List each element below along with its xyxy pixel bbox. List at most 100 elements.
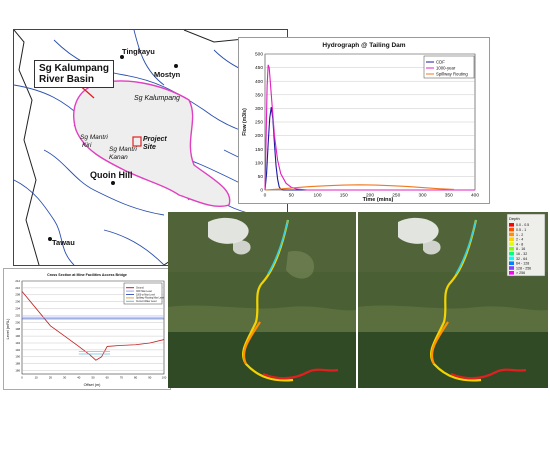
legend-label: 1000-year (436, 65, 456, 70)
x-tick-label: 40 (77, 375, 81, 379)
y-tick-label: 300 (255, 106, 263, 112)
y-tick-label: 400 (255, 79, 263, 85)
flood-depth-legend: Depth 0.0 - 0.50.5 - 11 - 22 - 44 - 88 -… (506, 213, 546, 277)
legend-swatch (509, 271, 514, 275)
legend-label: 128 - 256 (516, 266, 531, 270)
legend-swatch (509, 232, 514, 237)
legend-label: 16 - 32 (516, 252, 527, 256)
x-tick-label: 90 (148, 375, 152, 379)
y-tick-label: 188 (15, 362, 20, 366)
x-tick-label: 200 (366, 192, 374, 198)
legend-label: Current Water Level (136, 300, 157, 303)
legend-label: CDF Max Level (136, 291, 152, 293)
mantri-kiri-line2: Kiri (82, 142, 92, 149)
legend-label: 2 - 4 (516, 238, 523, 242)
legend-label: CDF (436, 59, 445, 64)
hydro-ylabel: Flow (m3/s) (242, 108, 248, 136)
x-tick-label: 60 (106, 375, 110, 379)
y-tick-label: 210 (15, 286, 20, 290)
satellite-flood-map-right: Depth 0.0 - 0.5 0.5 - 11 - 22 - 44 - 88 -… (358, 212, 548, 388)
y-tick-label: 198 (15, 327, 20, 331)
legend-swatch (509, 256, 514, 261)
x-tick-label: 400 (471, 192, 479, 198)
satellite-flood-map-left (168, 212, 356, 388)
y-tick-label: 450 (255, 65, 263, 71)
flood-legend-title: Depth (509, 216, 520, 221)
river-label-mantri-kiri: Sg Mantri Kiri (80, 134, 108, 150)
mantri-kanan-line1: Sg Mantri (109, 146, 137, 153)
cross-section-chart: Cross Section at Mine Facilities Access … (6, 273, 167, 387)
y-tick-label: 192 (15, 348, 20, 352)
y-tick-label: 206 (15, 300, 20, 304)
legend-label: 1000-yr Max Level (136, 293, 155, 296)
y-tick-label: 500 (255, 52, 263, 58)
x-tick-label: 150 (340, 192, 348, 198)
town-label-tingkayu: Tingkayu (122, 47, 155, 56)
hydrograph-chart-panel: Hydrograph @ Tailing Dam Time (mins) Flo… (238, 37, 490, 204)
y-tick-label: 186 (15, 368, 20, 372)
y-tick-label: 202 (15, 313, 20, 317)
legend-swatch (509, 242, 514, 246)
x-tick-label: 250 (392, 192, 400, 198)
x-tick-label: 80 (134, 375, 138, 379)
y-tick-label: 100 (255, 160, 263, 166)
y-tick-label: 204 (15, 306, 20, 310)
y-tick-label: 50 (258, 174, 264, 180)
project-site-line2: Site (143, 144, 156, 151)
mostyn-dot (174, 64, 178, 68)
satellite-image-right: Depth 0.0 - 0.50.5 - 11 - 22 - 44 - 88 -… (358, 212, 548, 388)
x-tick-label: 10 (35, 375, 39, 379)
y-tick-label: 200 (15, 320, 20, 324)
x-tick-label: 100 (162, 375, 167, 379)
x-tick-label: 350 (445, 192, 453, 198)
y-tick-label: 196 (15, 334, 20, 338)
town-label-quoin-hill: Quoin Hill (90, 170, 133, 180)
y-tick-label: 200 (255, 133, 263, 139)
x-tick-label: 50 (91, 375, 95, 379)
x-tick-label: 0 (21, 375, 23, 379)
hydro-title: Hydrograph @ Tailing Dam (322, 42, 405, 49)
river-label-mantri-kanan: Sg Mantri Kanan (109, 146, 137, 162)
x-tick-label: 300 (418, 192, 426, 198)
xs-ylabel: Level (mRL) (6, 318, 10, 339)
cross-section-chart-panel: Cross Section at Mine Facilities Access … (3, 268, 171, 390)
legend-label: 0.5 - 1 (516, 228, 526, 232)
legend-label: Ground (136, 286, 144, 289)
legend-swatch (509, 261, 514, 265)
xs-xlabel: Offset (m) (84, 383, 102, 387)
basin-title-label: Sg Kalumpang River Basin (34, 60, 115, 88)
legend-swatch (509, 237, 514, 241)
x-tick-label: 50 (289, 192, 295, 198)
y-tick-label: 250 (255, 120, 263, 126)
x-tick-label: 0 (264, 192, 267, 198)
legend-label: 32 - 64 (516, 257, 527, 261)
legend-label: 1 - 2 (516, 233, 523, 237)
x-tick-label: 70 (120, 375, 124, 379)
x-tick-label: 30 (63, 375, 67, 379)
y-tick-label: 208 (15, 293, 20, 297)
legend-swatch (509, 251, 514, 256)
legend-label: 64 - 128 (516, 262, 529, 266)
legend-label: 4 - 8 (516, 242, 523, 246)
river-label-kalumpang: Sg Kalumpang (134, 95, 180, 102)
legend-label: Spillway Routing Max Level (136, 297, 165, 300)
quoin-hill-dot (111, 181, 115, 185)
legend-label: > 256 (516, 271, 525, 275)
y-tick-label: 150 (255, 147, 263, 153)
legend-swatch (509, 227, 514, 232)
xs-title: Cross Section at Mine Facilities Access … (47, 273, 127, 277)
y-tick-label: 194 (15, 341, 20, 345)
legend-swatch (509, 266, 514, 270)
basin-title-line1: Sg Kalumpang (39, 63, 110, 74)
hydrograph-chart: Hydrograph @ Tailing Dam Time (mins) Flo… (242, 42, 479, 203)
legend-label: 0.0 - 0.5 (516, 223, 529, 227)
legend-label: 8 - 16 (516, 247, 525, 251)
town-label-mostyn: Mostyn (154, 70, 181, 79)
x-tick-label: 20 (49, 375, 53, 379)
y-tick-label: 350 (255, 92, 263, 98)
x-tick-label: 100 (313, 192, 321, 198)
y-tick-label: 212 (15, 279, 20, 283)
legend-swatch (509, 247, 514, 251)
project-site-label: Project Site (143, 136, 167, 152)
mantri-kiri-line1: Sg Mantri (80, 134, 108, 141)
